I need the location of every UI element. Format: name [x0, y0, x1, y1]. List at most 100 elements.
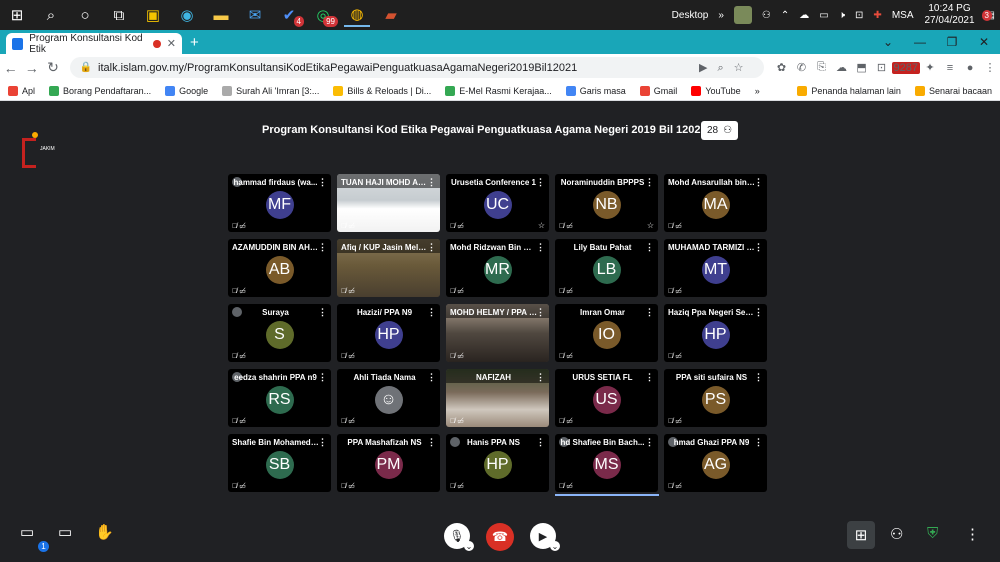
- bookmark-item[interactable]: Gmail: [639, 85, 677, 96]
- participant-tile[interactable]: HP Hazizi/ PPA N9 ⋮ 🎙̸ ▭̸: [337, 304, 440, 362]
- reload-icon[interactable]: ↻: [42, 59, 63, 76]
- extension-5-icon[interactable]: ⬒: [852, 61, 872, 74]
- participant-tile[interactable]: US URUS SETIA FL ⋮ 🎙̸ ▭̸: [555, 369, 658, 427]
- extension-4-icon[interactable]: ☁: [832, 61, 852, 74]
- menu-kebab-icon[interactable]: ⋮: [980, 61, 1000, 74]
- extension-badge[interactable]: 9287: [891, 61, 921, 74]
- notification-icon[interactable]: ▤3: [981, 9, 995, 21]
- pin-star-icon[interactable]: ☆: [538, 221, 545, 230]
- participant-tile[interactable]: TUAN HAJI MOHD AN... ⋮ 🎙̸ ▭̸: [337, 174, 440, 232]
- battery-icon[interactable]: ▭: [819, 10, 828, 21]
- tile-menu-icon[interactable]: ⋮: [536, 437, 545, 448]
- participant-tile[interactable]: MA Mohd Ansarullah bin M... ⋮ 🎙̸ ▭̸: [664, 174, 767, 232]
- tile-menu-icon[interactable]: ⋮: [427, 437, 436, 448]
- desktop-label[interactable]: Desktop: [672, 10, 709, 21]
- tile-menu-icon[interactable]: ⋮: [318, 372, 327, 383]
- network-icon[interactable]: ⊡: [855, 10, 863, 21]
- volume-icon[interactable]: 🕨: [839, 10, 845, 21]
- tile-menu-icon[interactable]: ⋮: [536, 177, 545, 188]
- playlist-icon[interactable]: ≡: [940, 62, 960, 74]
- chrome-icon[interactable]: ◍: [344, 3, 370, 27]
- tile-menu-icon[interactable]: ⋮: [645, 307, 654, 318]
- tile-menu-icon[interactable]: ⋮: [754, 177, 763, 188]
- minimize-icon[interactable]: —: [904, 35, 936, 49]
- tile-menu-icon[interactable]: ⋮: [645, 437, 654, 448]
- tile-menu-icon[interactable]: ⋮: [645, 372, 654, 383]
- bookmark-item[interactable]: Senarai bacaan: [914, 85, 992, 96]
- forward-icon[interactable]: →: [21, 60, 42, 76]
- host-controls-shield-icon[interactable]: ⛨: [927, 525, 938, 542]
- profile-avatar-icon[interactable]: ●: [960, 62, 980, 74]
- clock[interactable]: 10:24 PG 27/04/2021: [924, 3, 974, 27]
- maximize-icon[interactable]: ❐: [936, 35, 968, 49]
- bookmark-item[interactable]: Penanda halaman lain: [797, 85, 901, 96]
- onedrive-icon[interactable]: ☁: [799, 10, 809, 21]
- raise-hand-icon[interactable]: ✋: [95, 523, 114, 541]
- tile-menu-icon[interactable]: ⋮: [754, 372, 763, 383]
- tile-menu-icon[interactable]: ⋮: [536, 372, 545, 383]
- url-bar[interactable]: 🔒 italk.islam.gov.my/ProgramKonsultansiK…: [69, 57, 764, 78]
- extension-6-icon[interactable]: ⊡: [872, 61, 892, 74]
- browser-tab[interactable]: Program Konsultansi Kod Etik ✕: [6, 33, 182, 55]
- people-icon[interactable]: ⚇: [762, 10, 771, 21]
- antivirus-icon[interactable]: ✚: [873, 10, 881, 21]
- task-view-icon[interactable]: ⧉: [106, 3, 132, 27]
- bookmark-item[interactable]: Apl: [8, 85, 35, 96]
- bookmark-item[interactable]: E-Mel Rasmi Kerajaa...: [445, 85, 552, 96]
- tile-menu-icon[interactable]: ⋮: [645, 242, 654, 253]
- participant-tile[interactable]: IO Imran Omar ⋮ 🎙̸ ▭̸: [555, 304, 658, 362]
- zoom-icon[interactable]: ⌕: [717, 62, 733, 74]
- lock-icon[interactable]: 🔒: [80, 62, 92, 73]
- participant-tile[interactable]: PS PPA siti sufaira NS ⋮ 🎙̸ ▭̸: [664, 369, 767, 427]
- participant-tile[interactable]: Afiq / KUP Jasin Melaka ⋮ 🎙̸ ▭̸: [337, 239, 440, 297]
- bookmark-star-icon[interactable]: ☆: [734, 62, 754, 74]
- bookmarks-overflow-icon[interactable]: »: [755, 86, 760, 96]
- todo-icon[interactable]: ✔ 4: [276, 3, 304, 27]
- back-icon[interactable]: ←: [0, 60, 21, 76]
- camera-options-icon[interactable]: ⌄: [550, 541, 560, 551]
- file-explorer-icon[interactable]: ▬: [208, 3, 234, 27]
- search-icon[interactable]: ⌕: [38, 3, 64, 27]
- cortana-icon[interactable]: ○: [72, 3, 98, 27]
- participant-tile[interactable]: MT MUHAMAD TARMIZI Z... ⋮ 🎙̸ ▭̸: [664, 239, 767, 297]
- new-tab-icon[interactable]: +: [190, 34, 199, 51]
- tile-menu-icon[interactable]: ⋮: [427, 307, 436, 318]
- tile-menu-icon[interactable]: ⋮: [318, 307, 327, 318]
- bookmark-item[interactable]: Google: [165, 85, 208, 96]
- extension-3-icon[interactable]: ⎘: [812, 61, 832, 74]
- store-icon[interactable]: ▣: [140, 3, 166, 27]
- participant-tile[interactable]: NB Noraminuddin BPPPS ⋮ 🎙̸ ▭̸ ☆: [555, 174, 658, 232]
- chevron-up-icon[interactable]: ⌃: [781, 10, 789, 21]
- participant-tile[interactable]: HP Hanis PPA NS ⋮ 🎙̸ ▭̸: [446, 434, 549, 492]
- participant-tile[interactable]: PM PPA Mashafizah NS ⋮ 🎙̸ ▭̸: [337, 434, 440, 492]
- mail-icon[interactable]: ✉: [242, 3, 268, 27]
- bookmark-item[interactable]: Bills & Reloads | Di...: [333, 85, 431, 96]
- participant-tile[interactable]: UC Urusetia Conference 1 ⋮ 🎙̸ ▭̸ ☆: [446, 174, 549, 232]
- extensions-puzzle-icon[interactable]: ✦: [920, 61, 940, 74]
- layout-grid-icon[interactable]: ⊞: [847, 521, 875, 549]
- powerpoint-icon[interactable]: ▰: [378, 3, 404, 27]
- participant-tile[interactable]: S Suraya ⋮ 🎙̸ ▭̸: [228, 304, 331, 362]
- more-options-icon[interactable]: ⋮: [965, 525, 980, 543]
- chevron-right-icon[interactable]: »: [718, 10, 724, 21]
- tile-menu-icon[interactable]: ⋮: [427, 372, 436, 383]
- tile-menu-icon[interactable]: ⋮: [427, 242, 436, 253]
- participant-tile[interactable]: ☺ Ahli Tiada Nama ⋮ 🎙̸ ▭̸: [337, 369, 440, 427]
- tile-menu-icon[interactable]: ⋮: [536, 242, 545, 253]
- tile-menu-icon[interactable]: ⋮: [754, 437, 763, 448]
- scroll-indicator[interactable]: [555, 494, 659, 496]
- participant-tile[interactable]: RS eedza shahrin PPA n9 ⋮ 🎙̸ ▭̸: [228, 369, 331, 427]
- present-screen-icon[interactable]: ▭: [58, 523, 72, 541]
- bookmark-item[interactable]: Surah Ali 'Imran [3:...: [222, 85, 319, 96]
- tile-menu-icon[interactable]: ⋮: [318, 242, 327, 253]
- participant-tile[interactable]: SB Shafie Bin Mohamed D... ⋮ 🎙̸ ▭̸: [228, 434, 331, 492]
- close-tab-icon[interactable]: ✕: [167, 37, 176, 50]
- close-window-icon[interactable]: ✕: [968, 35, 1000, 49]
- participant-count-badge[interactable]: 28 ⚇: [701, 121, 739, 140]
- pin-star-icon[interactable]: ☆: [647, 221, 654, 230]
- tile-menu-icon[interactable]: ⋮: [754, 242, 763, 253]
- extension-1-icon[interactable]: ✿: [772, 61, 792, 74]
- participant-tile[interactable]: MF hammad firdaus (wa... ⋮ 🎙̸ ▭̸: [228, 174, 331, 232]
- bookmark-item[interactable]: Garis masa: [565, 85, 626, 96]
- tab-search-icon[interactable]: ⌄: [872, 35, 904, 49]
